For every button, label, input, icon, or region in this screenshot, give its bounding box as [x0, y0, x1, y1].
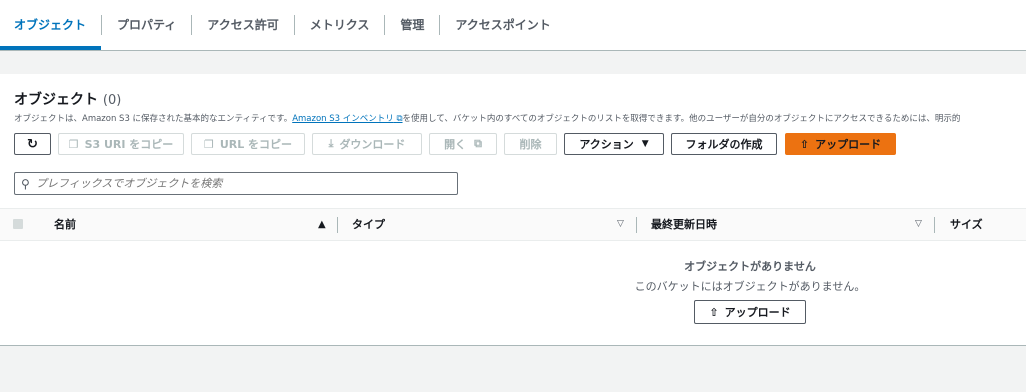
copy-url-label: URL をコピー	[219, 138, 293, 151]
actions-button[interactable]: アクション ▼	[564, 133, 664, 155]
create-folder-button[interactable]: フォルダの作成	[671, 133, 777, 155]
delete-button[interactable]: 削除	[504, 133, 557, 155]
objects-description: オブジェクトは、Amazon S3 に保存された基本的なエンティティです。Ama…	[14, 112, 1026, 124]
copy-s3-uri-button[interactable]: ❐ S3 URI をコピー	[58, 133, 184, 155]
download-icon: ⤓	[328, 137, 334, 150]
copy-icon: ❐	[203, 137, 214, 151]
search-input[interactable]	[35, 177, 436, 190]
search-icon: ⚲	[21, 176, 30, 191]
caret-down-icon: ▼	[641, 139, 649, 149]
column-type[interactable]: タイプ	[352, 209, 385, 240]
empty-state-description: このバケットにはオブジェクトがありません。	[634, 280, 866, 293]
column-name[interactable]: 名前	[54, 209, 76, 240]
copy-s3-uri-label: S3 URI をコピー	[84, 138, 174, 151]
objects-panel: オブジェクト (0) オブジェクトは、Amazon S3 に保存された基本的なエ…	[0, 74, 1026, 346]
tab-metrics[interactable]: メトリクス	[295, 15, 386, 35]
copy-icon: ❐	[68, 137, 79, 151]
sort-ascending-icon[interactable]: ▲	[318, 209, 326, 240]
download-label: ダウンロード	[339, 138, 406, 151]
objects-count: (0)	[102, 93, 122, 108]
create-folder-label: フォルダの作成	[685, 138, 763, 151]
column-divider	[337, 217, 338, 233]
sort-icon[interactable]: ▽	[617, 209, 624, 240]
tab-properties[interactable]: プロパティ	[102, 15, 193, 35]
copy-url-button[interactable]: ❐ URL をコピー	[191, 133, 305, 155]
objects-title: オブジェクト	[14, 92, 98, 108]
inventory-link[interactable]: Amazon S3 インベントリ ⧉	[292, 114, 402, 124]
upload-icon: ⇧	[709, 305, 719, 319]
download-button[interactable]: ⤓ ダウンロード	[312, 133, 422, 155]
tab-bar: オブジェクト プロパティ アクセス許可 メトリクス 管理 アクセスポイント	[0, 0, 1026, 51]
open-button[interactable]: 開く ⧉	[429, 133, 497, 155]
select-all-checkbox[interactable]	[13, 219, 23, 229]
column-size[interactable]: サイズ	[950, 209, 983, 240]
objects-heading: オブジェクト (0)	[14, 89, 121, 109]
refresh-button[interactable]: ↻	[14, 133, 51, 155]
table-header: 名前 ▲ タイプ ▽ 最終更新日時 ▽ サイズ	[0, 208, 1026, 241]
open-label: 開く	[444, 138, 467, 151]
refresh-icon: ↻	[27, 136, 38, 152]
empty-upload-button[interactable]: ⇧ アップロード	[694, 300, 806, 324]
inventory-link-label: Amazon S3 インベントリ	[292, 114, 394, 124]
search-field[interactable]: ⚲	[14, 172, 458, 195]
column-divider	[636, 217, 637, 233]
sort-icon[interactable]: ▽	[915, 209, 922, 240]
upload-label: アップロード	[815, 138, 882, 151]
empty-state-title: オブジェクトがありません	[684, 260, 816, 273]
external-link-icon: ⧉	[474, 137, 482, 150]
column-last-modified[interactable]: 最終更新日時	[651, 209, 717, 240]
tab-management[interactable]: 管理	[385, 15, 441, 35]
upload-icon: ⇧	[799, 137, 810, 151]
empty-upload-label: アップロード	[724, 306, 791, 319]
description-prefix: オブジェクトは、Amazon S3 に保存された基本的なエンティティです。	[14, 114, 293, 124]
tab-access-points[interactable]: アクセスポイント	[440, 15, 565, 35]
description-suffix: を使用して、バケット内のすべてのオブジェクトのリストを取得できます。他のユーザー…	[402, 114, 961, 124]
tab-objects[interactable]: オブジェクト	[0, 15, 103, 50]
upload-button[interactable]: ⇧ アップロード	[785, 133, 896, 155]
actions-label: アクション	[579, 138, 634, 151]
column-divider	[934, 217, 935, 233]
tab-permissions[interactable]: アクセス許可	[192, 15, 295, 35]
delete-label: 削除	[519, 138, 542, 151]
